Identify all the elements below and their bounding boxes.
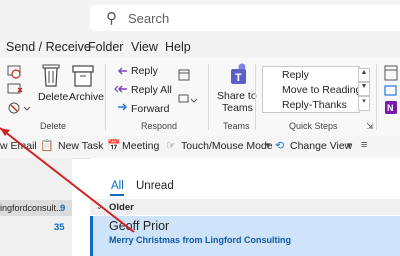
annotation-arrow [0, 127, 135, 233]
